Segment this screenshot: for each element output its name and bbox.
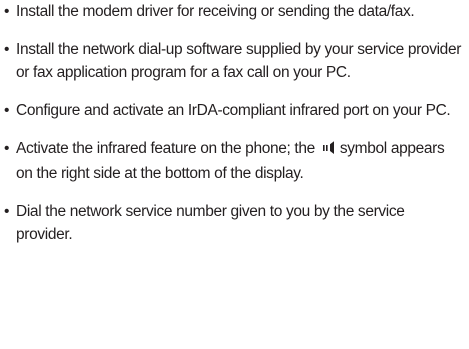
list-item: • Activate the infrared feature on the p… [4, 137, 463, 185]
list-item: • Install the modem driver for receiving… [4, 0, 463, 23]
list-item: • Configure and activate an IrDA-complia… [4, 99, 463, 122]
list-item-text: Install the network dial-up software sup… [16, 41, 462, 81]
list-item-text: Install the modem driver for receiving o… [16, 3, 415, 20]
list-item: • Dial the network service number given … [4, 200, 463, 246]
bullet-point: • [4, 41, 10, 58]
list-item-text: Configure and activate an IrDA-compliant… [16, 102, 451, 119]
list-item: • Install the network dial-up software s… [4, 38, 463, 84]
bullet-point: • [4, 102, 10, 119]
instruction-list: • Install the modem driver for receiving… [4, 0, 463, 246]
bullet-point: • [4, 140, 10, 157]
infrared-icon [322, 139, 336, 162]
document-page: • Install the modem driver for receiving… [0, 0, 469, 349]
list-item-text-before-icon: Activate the infrared feature on the pho… [16, 140, 315, 157]
list-item-text: Dial the network service number given to… [16, 203, 405, 243]
bullet-point: • [4, 3, 10, 20]
bullet-point: • [4, 203, 10, 220]
